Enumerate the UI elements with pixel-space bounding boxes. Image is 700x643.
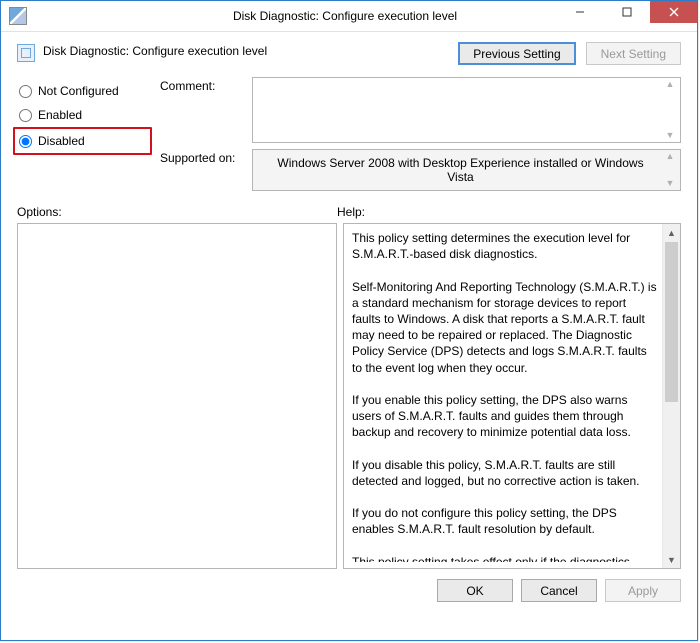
options-label: Options: — [17, 205, 337, 219]
comment-row: Comment: ▲▼ — [160, 77, 681, 143]
radio-disabled[interactable]: Disabled — [13, 127, 152, 155]
details-column: Comment: ▲▼ Supported on: Windows Server… — [160, 77, 681, 197]
page-title: Disk Diagnostic: Configure execution lev… — [43, 42, 458, 58]
ok-button[interactable]: OK — [437, 579, 513, 602]
dialog-window: Disk Diagnostic: Configure execution lev… — [0, 0, 698, 641]
scroll-thumb[interactable] — [665, 242, 678, 402]
supported-row: Supported on: Windows Server 2008 with D… — [160, 149, 681, 191]
setting-nav: Previous Setting Next Setting — [458, 42, 681, 65]
help-scrollbar[interactable]: ▲ ▼ — [662, 224, 680, 568]
supported-on-box: Windows Server 2008 with Desktop Experie… — [252, 149, 681, 191]
help-label: Help: — [337, 205, 681, 219]
config-zone: Not Configured Enabled Disabled Comment:… — [1, 71, 697, 197]
minimize-button[interactable] — [556, 1, 603, 23]
dialog-footer: OK Cancel Apply — [1, 569, 697, 614]
radio-not-configured[interactable]: Not Configured — [17, 79, 152, 103]
radio-enabled-input[interactable] — [19, 109, 32, 122]
next-setting-button[interactable]: Next Setting — [586, 42, 681, 65]
radio-disabled-label: Disabled — [38, 134, 85, 148]
comment-textarea[interactable]: ▲▼ — [252, 77, 681, 143]
minimize-icon — [575, 7, 585, 17]
split-boxes: This policy setting determines the execu… — [1, 223, 697, 569]
maximize-button[interactable] — [603, 1, 650, 23]
maximize-icon — [622, 7, 632, 17]
close-icon — [669, 7, 679, 17]
header-section: Disk Diagnostic: Configure execution lev… — [1, 32, 697, 71]
policy-icon — [17, 44, 35, 62]
split-labels: Options: Help: — [1, 197, 697, 223]
radio-enabled-label: Enabled — [38, 108, 82, 122]
radio-not-configured-label: Not Configured — [38, 84, 119, 98]
titlebar: Disk Diagnostic: Configure execution lev… — [1, 1, 697, 32]
radio-not-configured-input[interactable] — [19, 85, 32, 98]
radio-enabled[interactable]: Enabled — [17, 103, 152, 127]
scroll-down-icon[interactable]: ▼ — [663, 551, 680, 568]
cancel-button[interactable]: Cancel — [521, 579, 597, 602]
supported-label: Supported on: — [160, 149, 252, 191]
app-icon — [9, 7, 27, 25]
help-text: This policy setting determines the execu… — [352, 230, 658, 562]
window-controls — [556, 1, 697, 23]
supported-on-text: Windows Server 2008 with Desktop Experie… — [263, 150, 658, 190]
previous-setting-button[interactable]: Previous Setting — [458, 42, 575, 65]
comment-scroll-icon: ▲▼ — [662, 78, 678, 142]
radio-disabled-input[interactable] — [19, 135, 32, 148]
comment-label: Comment: — [160, 77, 252, 143]
options-panel — [17, 223, 337, 569]
state-radio-group: Not Configured Enabled Disabled — [17, 77, 152, 197]
help-panel: This policy setting determines the execu… — [343, 223, 681, 569]
scroll-up-icon[interactable]: ▲ — [663, 224, 680, 241]
close-button[interactable] — [650, 1, 697, 23]
apply-button[interactable]: Apply — [605, 579, 681, 602]
supported-scroll-icon: ▲▼ — [662, 150, 678, 190]
